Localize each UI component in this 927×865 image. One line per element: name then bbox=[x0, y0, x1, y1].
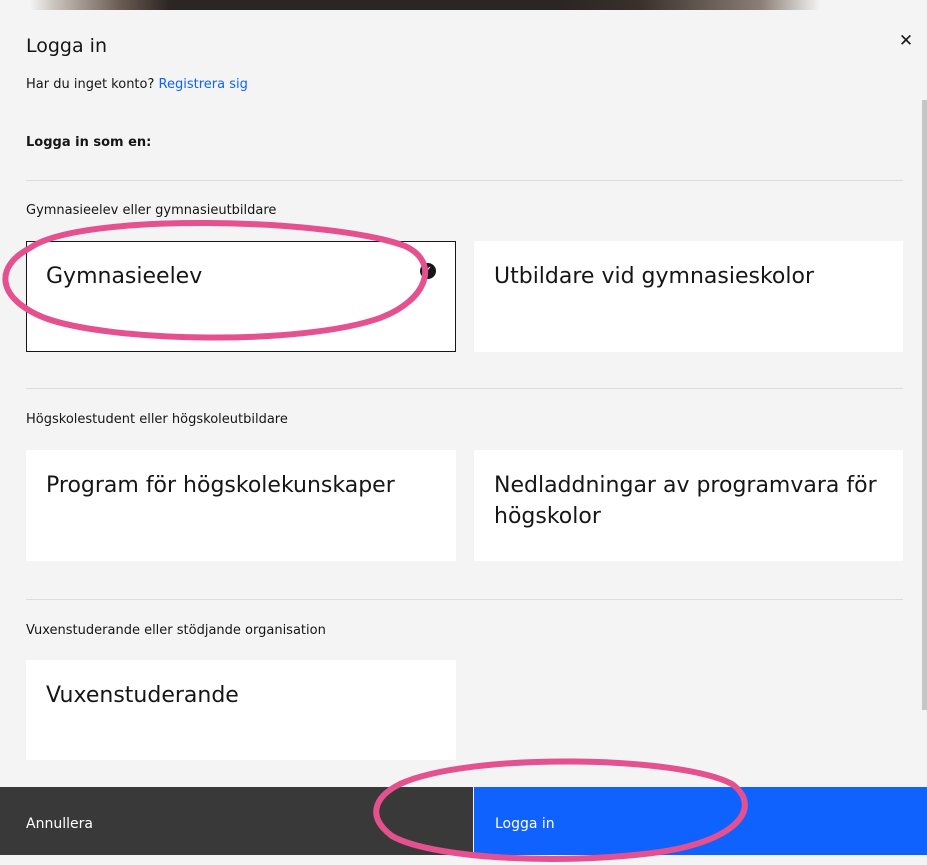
signin-as-heading: Logga in som en: bbox=[26, 135, 152, 150]
checkmark-icon: ✓ bbox=[420, 263, 436, 279]
modal-title: Logga in bbox=[26, 35, 108, 57]
tile-vuxenstuderande[interactable]: Vuxenstuderande bbox=[26, 660, 456, 760]
tile-label: Vuxenstuderande bbox=[46, 683, 239, 708]
tile-label: Nedladdningar av programvara för högskol… bbox=[494, 473, 877, 529]
scrollbar[interactable] bbox=[922, 100, 927, 710]
section-divider bbox=[26, 388, 903, 389]
section-label-university: Högskolestudent eller högskoleutbildare bbox=[26, 412, 288, 427]
tile-label: Program för högskolekunskaper bbox=[46, 473, 395, 498]
section-divider bbox=[26, 599, 903, 600]
register-prompt: Har du inget konto? Registrera sig bbox=[26, 77, 248, 92]
tile-program-hogskolekunskaper[interactable]: Program för högskolekunskaper bbox=[26, 450, 456, 561]
register-prompt-text: Har du inget konto? bbox=[26, 77, 155, 92]
tile-utbildare-gymnasieskolor[interactable]: Utbildare vid gymnasieskolor bbox=[474, 241, 903, 352]
cancel-button[interactable]: Annullera bbox=[0, 787, 473, 855]
login-modal: Logga in ✕ Har du inget konto? Registrer… bbox=[0, 10, 927, 865]
section-label-adult: Vuxenstuderande eller stödjande organisa… bbox=[26, 623, 326, 638]
tile-label: Utbildare vid gymnasieskolor bbox=[494, 264, 814, 289]
section-label-high-school: Gymnasieelev eller gymnasieutbildare bbox=[26, 203, 277, 218]
close-icon[interactable]: ✕ bbox=[895, 30, 917, 52]
modal-footer: Annullera Logga in bbox=[0, 787, 927, 855]
background-page-strip bbox=[0, 0, 927, 10]
tile-gymnasieelev[interactable]: Gymnasieelev ✓ bbox=[26, 241, 456, 352]
login-button[interactable]: Logga in bbox=[474, 787, 927, 855]
register-link[interactable]: Registrera sig bbox=[159, 77, 248, 92]
tile-nedladdningar-programvara[interactable]: Nedladdningar av programvara för högskol… bbox=[474, 450, 903, 561]
tile-label: Gymnasieelev bbox=[46, 264, 203, 289]
section-divider bbox=[26, 180, 903, 181]
